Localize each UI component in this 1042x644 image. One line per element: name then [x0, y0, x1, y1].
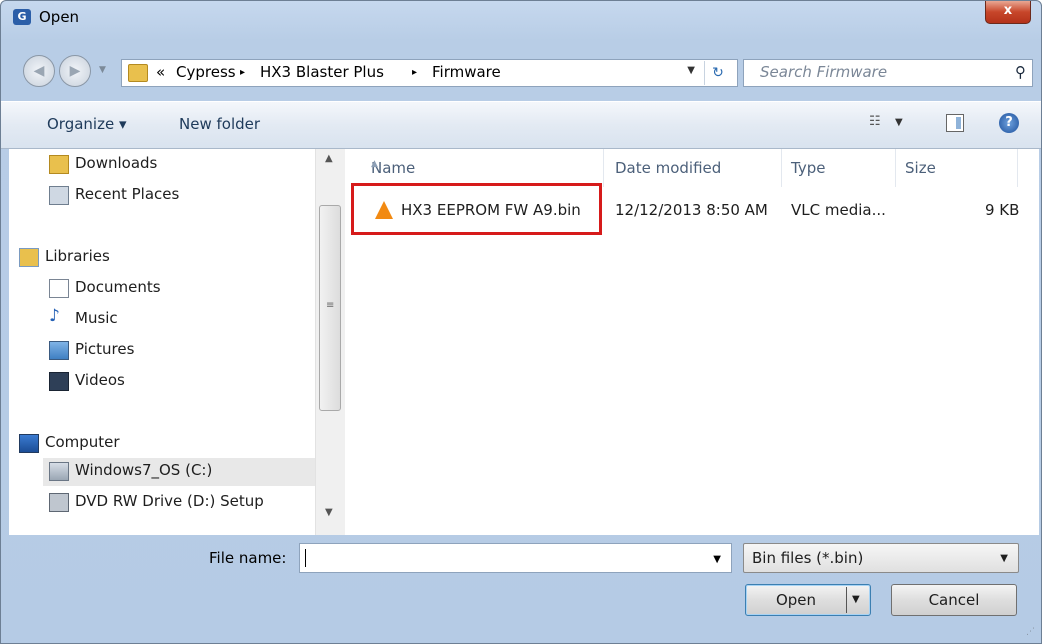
file-date: 12/12/2013 8:50 AM: [615, 201, 768, 219]
dvd-drive-icon: [49, 493, 69, 512]
sidebar-item-label: Libraries: [45, 247, 110, 265]
search-placeholder: Search Firmware: [760, 63, 888, 81]
file-type-filter-label: Bin files (*.bin): [752, 549, 864, 567]
text-caret: [305, 549, 306, 567]
resize-grip-icon[interactable]: ⋰: [1026, 627, 1035, 637]
cancel-button[interactable]: Cancel: [891, 584, 1017, 616]
command-bar: Organize ▾ New folder ☷ ▼ ?: [1, 101, 1041, 149]
sidebar-item-label: Documents: [75, 278, 161, 296]
open-button-label: Open: [775, 591, 817, 609]
back-button[interactable]: ◀: [23, 55, 55, 87]
file-list: Name ▲ Date modified Type Size HX3 EEPRO…: [345, 149, 1039, 535]
sidebar-item-label: Downloads: [75, 154, 158, 172]
drive-icon: [49, 462, 69, 481]
open-button[interactable]: Open ▼: [745, 584, 871, 616]
sidebar-item-label: Pictures: [75, 340, 135, 358]
chevron-down-icon[interactable]: ▼: [713, 554, 721, 565]
computer-icon: [19, 434, 39, 453]
address-bar[interactable]: « Cypress ▸ HX3 Blaster Plus ▸ Firmware …: [121, 59, 738, 87]
file-name-field[interactable]: ▼: [299, 543, 732, 573]
sidebar-item-label: Music: [75, 309, 118, 327]
libraries-icon: [19, 248, 39, 267]
music-icon: ♪: [49, 306, 60, 326]
breadcrumb-separator[interactable]: ▸: [412, 67, 417, 78]
pictures-icon: [49, 341, 69, 360]
window-title: Open: [39, 8, 80, 26]
chevron-down-icon[interactable]: ▼: [852, 585, 860, 615]
breadcrumb-firmware[interactable]: Firmware: [432, 63, 501, 81]
breadcrumb-cypress[interactable]: Cypress: [176, 63, 236, 81]
chevron-down-icon[interactable]: ▼: [687, 65, 695, 76]
sidebar-item-windows7-os[interactable]: Windows7_OS (C:): [43, 458, 315, 486]
breadcrumb-overflow[interactable]: «: [156, 63, 165, 81]
downloads-icon: [49, 155, 69, 174]
column-label: Date modified: [615, 159, 722, 177]
recent-places-icon: [49, 186, 69, 205]
split-divider: [846, 587, 847, 613]
folder-icon: [128, 64, 148, 82]
documents-icon: [49, 279, 69, 298]
selection-highlight-box: [351, 183, 602, 235]
column-label: Type: [791, 159, 826, 177]
content-area: Downloads Recent Places Libraries Docume…: [9, 149, 1039, 535]
scroll-up-icon[interactable]: ▲: [325, 153, 333, 164]
file-name-label: File name:: [209, 549, 287, 567]
file-type: VLC media...: [791, 201, 886, 219]
breadcrumb-separator[interactable]: ▸: [240, 67, 245, 78]
sidebar-item-label: Videos: [75, 371, 125, 389]
scroll-down-icon[interactable]: ▼: [325, 507, 333, 518]
file-size: 9 KB: [985, 201, 1020, 219]
sidebar-item-label: Recent Places: [75, 185, 180, 203]
sidebar-item-label: DVD RW Drive (D:) Setup: [75, 492, 264, 510]
close-button[interactable]: x: [985, 1, 1031, 24]
nav-scrollbar[interactable]: ▲ ≡ ▼: [315, 149, 345, 535]
refresh-icon[interactable]: ↻: [704, 61, 731, 85]
column-header-date-modified[interactable]: Date modified: [607, 149, 782, 187]
column-label: Size: [905, 159, 936, 177]
search-input[interactable]: Search Firmware ⚲: [743, 59, 1033, 87]
app-icon: G: [13, 9, 31, 25]
forward-button[interactable]: ▶: [59, 55, 91, 87]
address-row: ◀ ▶ ▼ « Cypress ▸ HX3 Blaster Plus ▸ Fir…: [1, 51, 1041, 97]
grip-icon: ≡: [326, 300, 335, 311]
recent-locations-dropdown[interactable]: ▼: [99, 65, 106, 75]
new-folder-button[interactable]: New folder: [179, 115, 260, 133]
column-header-size[interactable]: Size: [897, 149, 1018, 187]
column-header-name[interactable]: Name ▲: [363, 149, 604, 187]
videos-icon: [49, 372, 69, 391]
column-header-type[interactable]: Type: [783, 149, 896, 187]
preview-pane-icon[interactable]: [946, 114, 964, 132]
sort-ascending-icon: ▲: [371, 159, 378, 169]
scrollbar-thumb[interactable]: ≡: [319, 205, 341, 411]
sidebar-item-label: Windows7_OS (C:): [75, 461, 213, 479]
help-icon[interactable]: ?: [999, 113, 1019, 133]
title-bar: G Open x: [1, 1, 1041, 37]
chevron-down-icon[interactable]: ▼: [895, 117, 903, 128]
dialog-footer: File name: ▼ Bin files (*.bin) ▼ Open ▼ …: [1, 537, 1041, 643]
sidebar-item-label: Computer: [45, 433, 120, 451]
search-icon[interactable]: ⚲: [1015, 63, 1026, 81]
navigation-pane: Downloads Recent Places Libraries Docume…: [9, 149, 345, 535]
chevron-down-icon: ▼: [1000, 553, 1008, 564]
organize-button[interactable]: Organize ▾: [47, 115, 127, 133]
view-options-icon[interactable]: ☷: [869, 114, 885, 130]
file-type-filter[interactable]: Bin files (*.bin) ▼: [743, 543, 1019, 573]
open-dialog: G Open x ◀ ▶ ▼ « Cypress ▸ HX3 Blaster P…: [0, 0, 1042, 644]
breadcrumb-hx3-blaster-plus[interactable]: HX3 Blaster Plus: [260, 63, 384, 81]
